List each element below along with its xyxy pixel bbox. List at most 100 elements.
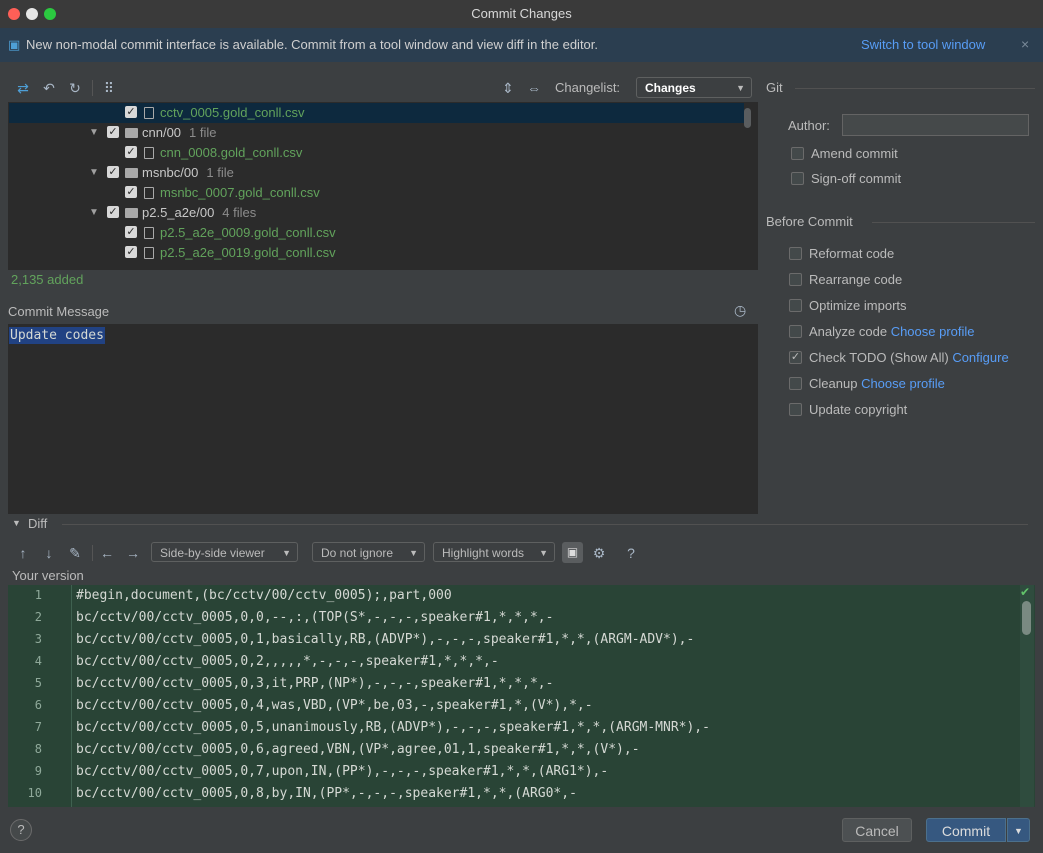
rearrange-code-checkbox[interactable]	[789, 273, 802, 286]
chevron-down-icon[interactable]: ▼	[89, 163, 99, 183]
row-checkbox[interactable]: ✓	[125, 226, 137, 238]
gift-icon: ▣	[8, 37, 20, 53]
ignore-whitespace-select[interactable]: Do not ignore ▼	[312, 542, 425, 562]
analyze-choose-profile-link[interactable]: Choose profile	[891, 324, 975, 339]
your-version-label: Your version	[12, 568, 84, 583]
viewer-mode-value: Side-by-side viewer	[160, 546, 265, 560]
folder-icon	[125, 168, 138, 178]
file-name: p2.5_a2e_0009.gold_conll.csv	[160, 223, 336, 243]
cleanup-checkbox[interactable]	[789, 377, 802, 390]
ignore-whitespace-value: Do not ignore	[321, 546, 393, 560]
rearrange-code-label: Rearrange code	[809, 272, 902, 287]
file-name: p2.5_a2e_0019.gold_conll.csv	[160, 243, 336, 263]
commit-options-chevron-icon[interactable]: ▼	[1007, 818, 1030, 842]
history-clock-icon[interactable]: ◷	[734, 302, 746, 319]
tree-row[interactable]: ✓ p2.5_a2e_0019.gold_conll.csv	[9, 243, 744, 263]
changelist-select[interactable]: Changes ▼	[636, 77, 752, 98]
highlight-mode-select[interactable]: Highlight words ▼	[433, 542, 555, 562]
line-number-gutter: 1 2 3 4 5 6 7 8 9 10	[8, 585, 72, 807]
changes-tree[interactable]: ✓ cctv_0005.gold_conll.csv ▼ ✓ cnn/001 f…	[8, 102, 758, 270]
file-icon	[144, 147, 154, 159]
optimize-imports-label: Optimize imports	[809, 298, 907, 313]
chevron-down-icon: ▼	[409, 543, 418, 563]
todo-configure-link[interactable]: Configure	[952, 350, 1008, 365]
diff-collapse-chevron-icon[interactable]: ▼	[12, 518, 21, 528]
row-checkbox[interactable]: ✓	[107, 206, 119, 218]
row-checkbox[interactable]: ✓	[125, 186, 137, 198]
tree-row[interactable]: ▼ ✓ msnbc/001 file	[9, 163, 744, 183]
row-checkbox[interactable]: ✓	[125, 106, 137, 118]
diff-editor[interactable]: 1 2 3 4 5 6 7 8 9 10 #begin,document,(bc…	[8, 585, 1035, 807]
commit-button[interactable]: Commit	[926, 818, 1006, 842]
close-icon[interactable]: ×	[1021, 36, 1029, 52]
tree-row[interactable]: ✓ p2.5_a2e_0009.gold_conll.csv	[9, 223, 744, 243]
before-commit-section-title: Before Commit	[766, 214, 853, 229]
row-checkbox[interactable]: ✓	[125, 246, 137, 258]
tree-row[interactable]: ✓ cctv_0005.gold_conll.csv	[9, 103, 744, 123]
help-icon[interactable]: ?	[622, 544, 640, 562]
update-copyright-checkbox[interactable]	[789, 403, 802, 416]
chevron-down-icon[interactable]: ▼	[89, 123, 99, 143]
line-number: 7	[8, 720, 42, 734]
check-todo-checkbox[interactable]: ✓	[789, 351, 802, 364]
row-checkbox[interactable]: ✓	[125, 146, 137, 158]
amend-commit-checkbox[interactable]	[791, 147, 804, 160]
line-number: 9	[8, 764, 42, 778]
code-line: bc/cctv/00/cctv_0005,0,4,was,VBD,(VP*,be…	[76, 698, 593, 713]
commit-message-input[interactable]: Update codes	[8, 324, 758, 514]
cleanup-choose-profile-link[interactable]: Choose profile	[861, 376, 945, 391]
folder-icon	[125, 128, 138, 138]
expand-all-icon[interactable]: ⇕	[499, 79, 517, 97]
lock-icon[interactable]: ▣	[562, 542, 583, 563]
cancel-button[interactable]: Cancel	[842, 818, 912, 842]
signoff-commit-checkbox[interactable]	[791, 172, 804, 185]
collapse-all-icon[interactable]: ⇔	[525, 79, 543, 97]
chevron-down-icon[interactable]: ▼	[89, 203, 99, 223]
folder-name: cnn/001 file	[142, 123, 217, 143]
previous-difference-icon[interactable]: ↑	[14, 544, 32, 562]
arrow-left-icon[interactable]: ←	[98, 544, 116, 562]
show-diff-icon[interactable]: ⇄	[14, 79, 32, 97]
author-input[interactable]	[842, 114, 1029, 136]
help-button[interactable]: ?	[10, 819, 32, 841]
line-number: 10	[8, 786, 42, 800]
line-number: 1	[8, 588, 42, 602]
refresh-icon[interactable]: ↻	[66, 79, 84, 97]
diff-scrollbar-thumb[interactable]	[1022, 601, 1031, 635]
folder-name: msnbc/001 file	[142, 163, 234, 183]
folder-icon	[125, 208, 138, 218]
chevron-down-icon: ▼	[539, 543, 548, 563]
folder-name: p2.5_a2e/004 files	[142, 203, 256, 223]
reformat-code-checkbox[interactable]	[789, 247, 802, 260]
tree-row[interactable]: ▼ ✓ cnn/001 file	[9, 123, 744, 143]
file-icon	[144, 187, 154, 199]
commit-message-text: Update codes	[9, 327, 105, 344]
viewer-mode-select[interactable]: Side-by-side viewer ▼	[151, 542, 298, 562]
notification-banner: ▣ New non-modal commit interface is avai…	[0, 28, 1043, 62]
tree-scrollbar[interactable]	[744, 108, 751, 128]
changelist-label: Changelist:	[555, 80, 620, 95]
tree-row[interactable]: ▼ ✓ p2.5_a2e/004 files	[9, 203, 744, 223]
arrow-right-icon[interactable]: →	[124, 544, 142, 562]
tree-row[interactable]: ✓ msnbc_0007.gold_conll.csv	[9, 183, 744, 203]
row-checkbox[interactable]: ✓	[107, 126, 119, 138]
separator	[872, 222, 1035, 223]
tree-row[interactable]: ✓ cnn_0008.gold_conll.csv	[9, 143, 744, 163]
optimize-imports-checkbox[interactable]	[789, 299, 802, 312]
switch-to-tool-window-link[interactable]: Switch to tool window	[861, 37, 985, 52]
code-line: bc/cctv/00/cctv_0005,0,0,--,:,(TOP(S*,-,…	[76, 610, 553, 625]
group-by-icon[interactable]: ⠿	[100, 79, 118, 97]
file-name: msnbc_0007.gold_conll.csv	[160, 183, 320, 203]
git-section-title: Git	[766, 80, 783, 95]
rollback-icon[interactable]: ↶	[40, 79, 58, 97]
line-number: 5	[8, 676, 42, 690]
edit-source-icon[interactable]: ✎	[66, 544, 84, 562]
toolbar-separator	[92, 545, 93, 561]
code-line: #begin,document,(bc/cctv/00/cctv_0005);,…	[76, 588, 452, 603]
row-checkbox[interactable]: ✓	[107, 166, 119, 178]
analyze-code-checkbox[interactable]	[789, 325, 802, 338]
next-difference-icon[interactable]: ↓	[40, 544, 58, 562]
added-summary: 2,135 added	[11, 272, 83, 287]
gear-icon[interactable]: ⚙	[590, 544, 608, 562]
file-icon	[144, 227, 154, 239]
